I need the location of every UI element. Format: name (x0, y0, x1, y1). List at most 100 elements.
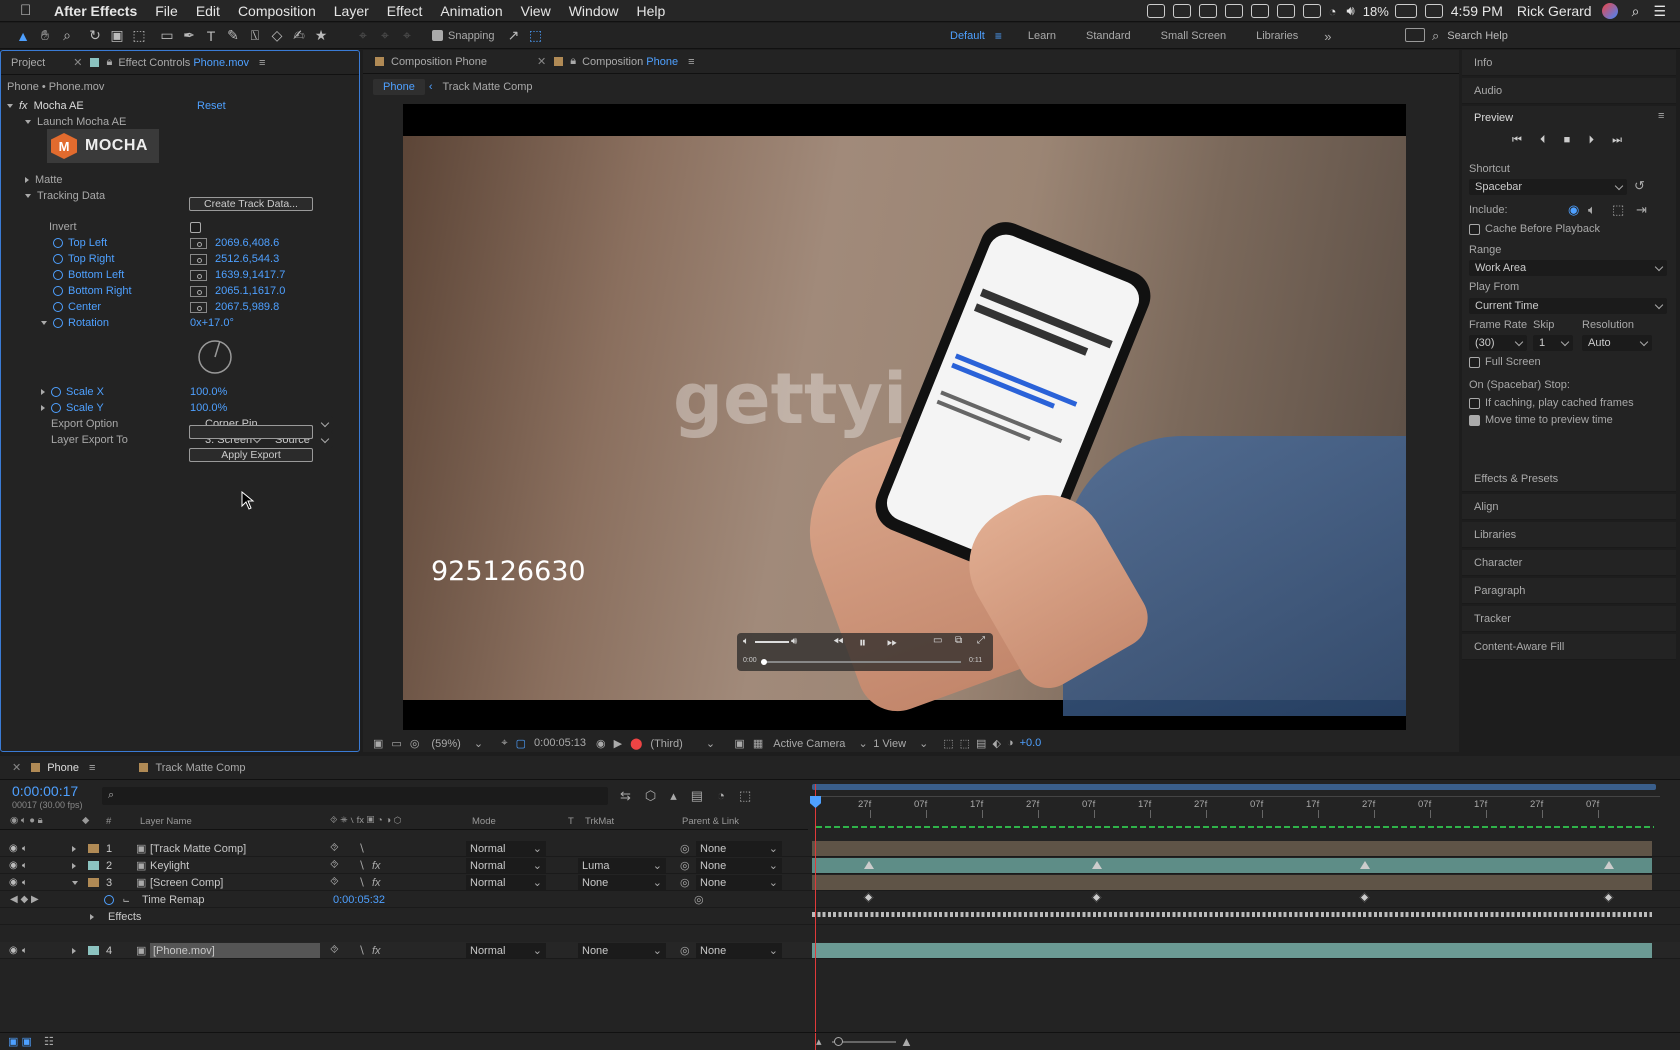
layer-name[interactable]: [Screen Comp] (150, 875, 223, 890)
param-value[interactable]: 2512.6,544.3 (215, 253, 279, 265)
rotate-tool-icon[interactable]: ↻ (84, 26, 106, 46)
parent-dropdown[interactable]: None ⌄ (696, 841, 782, 856)
play-from-dropdown[interactable]: Current Time (1469, 298, 1667, 314)
panel-menu-icon[interactable]: ≡ (259, 57, 265, 69)
mode-dropdown[interactable]: Normal ⌄ (466, 858, 546, 873)
matte-disclosure-icon[interactable] (25, 177, 29, 183)
brush-tool-icon[interactable]: ✎ (222, 26, 244, 46)
layer-duration-bar[interactable] (812, 875, 1652, 890)
menu-app[interactable]: After Effects (54, 3, 137, 19)
pause-icon[interactable]: ⏸︎ (859, 634, 866, 651)
fit-icon[interactable]: ⌖ (501, 737, 507, 750)
launch-row[interactable]: Launch Mocha AE (25, 114, 126, 130)
tab-timeline-phone[interactable]: Phone ≡ (21, 756, 105, 780)
display-icon[interactable] (1250, 4, 1269, 18)
shy-switch-icon[interactable]: ⯑ (330, 841, 339, 856)
draft-3d-icon[interactable]: ⬡ (645, 788, 656, 804)
fx-switch-icon[interactable]: fx (372, 858, 381, 873)
comp-flowchart-icon[interactable]: ⇆ (620, 788, 631, 804)
scalex-disclosure-icon[interactable] (41, 389, 45, 395)
layer-disclosure[interactable] (72, 858, 82, 873)
layer-disclosure[interactable] (72, 943, 82, 958)
stopwatch-icon[interactable] (104, 894, 114, 905)
hand-tool-icon[interactable]: ✋︎ (34, 26, 56, 46)
menu-effect[interactable]: Effect (387, 3, 423, 19)
reset-shortcut-icon[interactable]: ↺ (1634, 178, 1645, 194)
audio-speaker-icon[interactable]: 🔈︎ (22, 943, 27, 958)
render-time-icon[interactable]: ☷ (44, 1035, 54, 1048)
toggle-switches-icon[interactable]: ▣ ▣ (8, 1035, 32, 1048)
layer-row[interactable]: ◉ 🔈︎ 1 ▣ [Track Matte Comp] ⯑ ∖ Normal ⌄ ◎ None ⌄ (0, 840, 1680, 857)
trkmat-dropdown[interactable]: None ⌄ (578, 875, 666, 890)
layer-name[interactable]: [Phone.mov] (150, 943, 320, 958)
snapping-toggle[interactable]: Snapping (432, 30, 495, 42)
parent-dropdown[interactable]: None ⌄ (696, 943, 782, 958)
scale-x-value[interactable]: 100.0% (190, 386, 227, 398)
quality-switch-icon[interactable]: ∖ (358, 875, 365, 890)
next-frame-icon[interactable]: ⏵︎ (1588, 134, 1594, 147)
panel-menu-icon[interactable]: ≡ (1658, 110, 1664, 122)
shy-switch-icon[interactable]: ⯑ (330, 875, 339, 890)
time-remap-value[interactable]: 0:00:05:32 (333, 892, 385, 907)
type-tool-icon[interactable]: T (200, 26, 222, 46)
time-remap-keyframe[interactable] (863, 892, 874, 903)
apply-export-button[interactable]: Apply Export (189, 448, 313, 462)
include-video-icon[interactable]: ◉ (1568, 202, 1579, 218)
paragraph-header[interactable]: Paragraph (1462, 578, 1676, 604)
axis-local-icon[interactable]: ⌖ (352, 26, 374, 46)
layer-marker[interactable] (864, 861, 874, 869)
visibility-eye-icon[interactable]: ◉ (9, 858, 18, 873)
timeline-icon[interactable]: ▤ (976, 737, 986, 750)
if-caching-checkbox[interactable] (1469, 397, 1480, 409)
apple-icon[interactable]:  (20, 2, 36, 19)
col-layer-name[interactable]: Layer Name (140, 816, 192, 827)
comp-viewer[interactable]: gettyi 925126630 🔈︎ 🔊︎ ⏪︎ ⏸︎ ⏩︎ ▭ ⧉ ⤢ 0:… (403, 104, 1406, 730)
always-preview-icon[interactable]: ▣ (373, 737, 383, 750)
parent-pickwhip-icon[interactable]: ◎ (680, 858, 690, 873)
timeline-search-input[interactable]: ⌕ (102, 787, 608, 805)
snap-feather-icon[interactable]: ⬚ (525, 26, 547, 46)
zoom-tool-icon[interactable]: ⌕ (56, 26, 78, 46)
time-remap-keyframe[interactable] (1603, 892, 1614, 903)
menu-composition[interactable]: Composition (238, 3, 316, 19)
mode-dropdown[interactable]: Normal ⌄ (466, 841, 546, 856)
tab-comp-inactive[interactable]: Composition Phone (363, 50, 497, 74)
trkmat-dropdown[interactable]: Luma ⌄ (578, 858, 666, 873)
graph-icon[interactable]: ⨽ (123, 892, 129, 907)
workspace-libraries[interactable]: Libraries (1256, 30, 1298, 42)
menu-animation[interactable]: Animation (440, 3, 502, 19)
fast-preview-icon[interactable]: ⬚ (960, 737, 970, 750)
search-help-field[interactable]: ⌕ Search Help (1432, 26, 1672, 46)
resolution-dropdown[interactable]: (Third) ⌄ (650, 737, 726, 750)
audio-speaker-icon[interactable]: 🔈︎ (22, 875, 27, 890)
cache-before-row[interactable]: Cache Before Playback (1469, 223, 1600, 235)
vr-icon[interactable]: ◎ (410, 737, 420, 750)
effect-disclosure-icon[interactable] (7, 104, 13, 108)
mask-visibility-icon[interactable]: ▢ (516, 737, 526, 750)
transparency-grid-icon[interactable]: ▦ (753, 737, 763, 750)
layer-marker[interactable] (1604, 861, 1614, 869)
parent-dropdown[interactable]: None ⌄ (696, 858, 782, 873)
last-frame-icon[interactable]: ⏭︎ (1612, 134, 1622, 147)
rotation-value[interactable]: 0x+17.0° (190, 317, 234, 329)
move-time-row[interactable]: Move time to preview time (1469, 414, 1613, 426)
expression-pickwhip-icon[interactable]: ◎ (694, 892, 704, 907)
layer-disclosure[interactable] (72, 875, 84, 890)
reset-link[interactable]: Reset (197, 100, 226, 112)
range-dropdown[interactable]: Work Area (1469, 260, 1667, 276)
fx-icon[interactable]: fx (19, 100, 28, 112)
time-remap-keyframe[interactable] (1359, 892, 1370, 903)
crosshair-icon[interactable] (190, 237, 207, 249)
time-remap-keyframe[interactable] (1091, 892, 1102, 903)
create-track-data-button[interactable]: Create Track Data... (189, 197, 313, 211)
wifi-icon[interactable]: ◔ (1329, 4, 1337, 19)
frame-blending-icon[interactable]: ▤ (691, 788, 703, 804)
snapshot-icon[interactable]: ◉ (596, 737, 606, 750)
layer-row[interactable]: ◉ 🔈︎ 4 ▣ [Phone.mov] ⯑ ∖ fx Normal ⌄ None ⌄ ◎ None ⌄ (0, 942, 1680, 959)
tracker-header[interactable]: Tracker (1462, 606, 1676, 632)
workspace-layout-icon[interactable] (1405, 28, 1425, 42)
visibility-eye-icon[interactable]: ◉ (9, 943, 18, 958)
notification-center-icon[interactable]: ☰ (1653, 3, 1666, 20)
panel-menu-icon[interactable]: ≡ (688, 56, 694, 68)
close-icon[interactable]: ✕ (73, 56, 82, 69)
